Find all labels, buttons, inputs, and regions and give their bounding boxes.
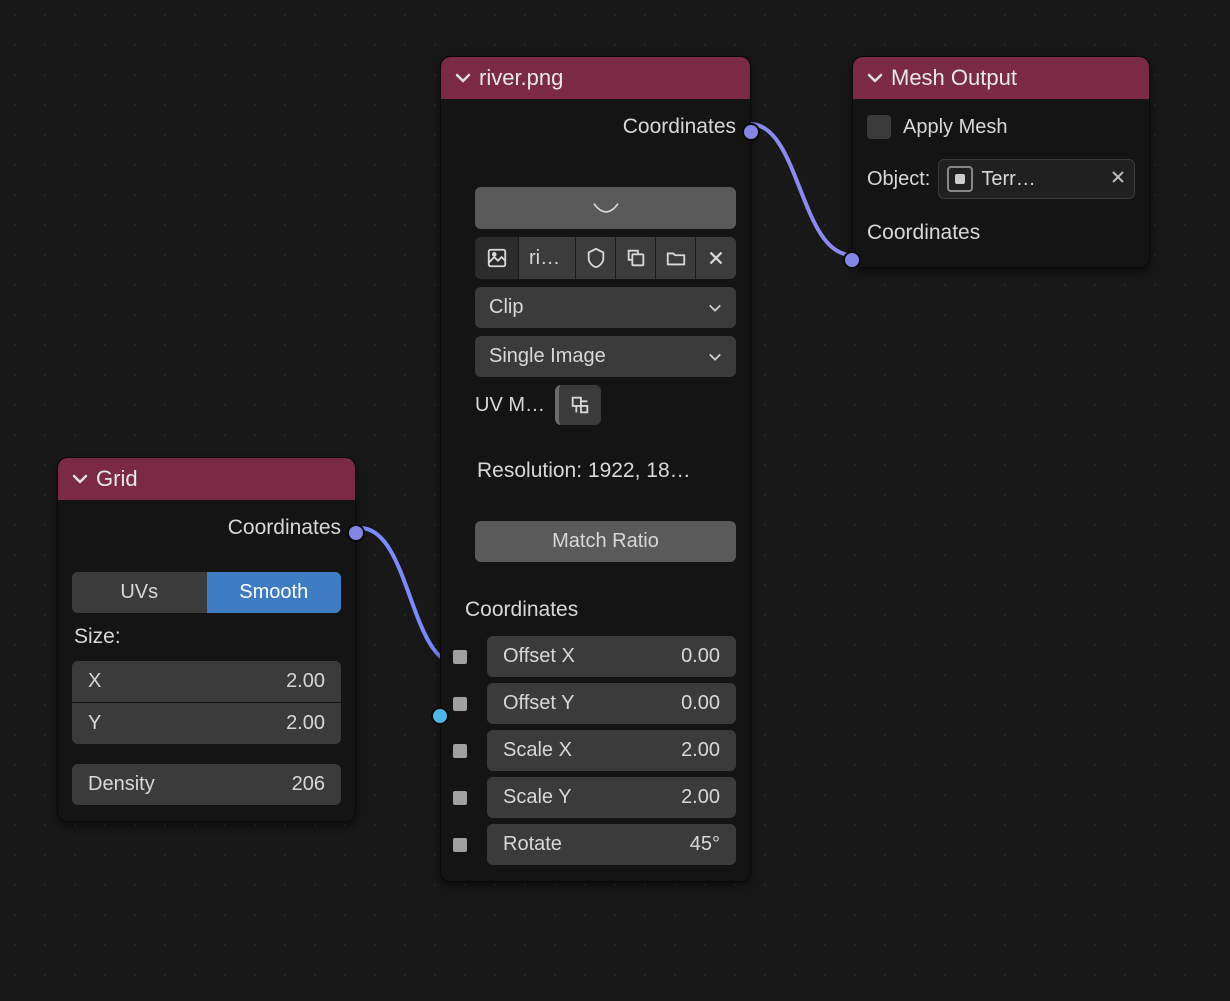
toggle-smooth[interactable]: Smooth (207, 572, 342, 613)
density-field[interactable]: Density 206 (72, 764, 341, 805)
scale-y-field[interactable]: Scale Y 2.00 (487, 777, 736, 818)
offset-y-field[interactable]: Offset Y 0.00 (487, 683, 736, 724)
socket-input-coordinates[interactable] (431, 707, 449, 725)
node-grid[interactable]: Grid Coordinates UVs Smooth Size: X 2.00… (57, 457, 356, 822)
clear-icon[interactable] (1110, 168, 1126, 191)
apply-mesh-checkbox[interactable]: Apply Mesh (867, 111, 1135, 143)
node-title: Grid (96, 466, 138, 492)
node-header[interactable]: Grid (58, 458, 355, 500)
object-field[interactable]: Terr… (938, 159, 1135, 199)
size-y-field[interactable]: Y 2.00 (72, 703, 341, 744)
close-icon[interactable] (696, 237, 736, 279)
socket-scale-y[interactable] (453, 791, 467, 805)
image-file-row: ri… (475, 237, 736, 279)
scale-x-field[interactable]: Scale X 2.00 (487, 730, 736, 771)
object-row: Object: Terr… (867, 157, 1135, 201)
node-image[interactable]: river.png Coordinates ri… (440, 56, 751, 882)
rotate-field[interactable]: Rotate 45° (487, 824, 736, 865)
extension-select[interactable]: Clip (475, 287, 736, 328)
input-coordinates[interactable]: Coordinates (867, 215, 1135, 251)
uvmap-label: UV M… (475, 394, 545, 417)
chevron-down-icon (708, 350, 722, 364)
source-select[interactable]: Single Image (475, 336, 736, 377)
size-x-field[interactable]: X 2.00 (72, 661, 341, 702)
checkbox-icon[interactable] (867, 115, 891, 139)
object-label: Object: (867, 168, 930, 191)
folder-icon[interactable] (656, 237, 696, 279)
node-title: river.png (479, 65, 563, 91)
socket-rotate[interactable] (453, 838, 467, 852)
shield-icon[interactable] (576, 237, 616, 279)
object-icon (947, 166, 973, 192)
socket-scale-x[interactable] (453, 744, 467, 758)
socket-output-coordinates[interactable] (347, 524, 365, 542)
match-ratio-button[interactable]: Match Ratio (475, 521, 736, 562)
chevron-down-icon (867, 70, 883, 86)
chevron-down-icon (708, 301, 722, 315)
resolution-label: Resolution: 1922, 18… (475, 455, 736, 487)
node-header[interactable]: river.png (441, 57, 750, 99)
output-coordinates[interactable]: Coordinates (72, 512, 341, 550)
node-header[interactable]: Mesh Output (853, 57, 1149, 99)
chevron-down-icon (455, 70, 471, 86)
socket-output-coordinates[interactable] (742, 123, 760, 141)
offset-x-field[interactable]: Offset X 0.00 (487, 636, 736, 677)
output-coordinates[interactable]: Coordinates (475, 111, 736, 149)
node-mesh-output[interactable]: Mesh Output Apply Mesh Object: Terr… Coo… (852, 56, 1150, 268)
uvs-smooth-toggle[interactable]: UVs Smooth (72, 572, 341, 613)
image-icon[interactable] (475, 237, 519, 279)
input-coordinates[interactable]: Coordinates (465, 592, 736, 628)
uvmap-field[interactable] (555, 385, 601, 425)
socket-offset-y[interactable] (453, 697, 467, 711)
chevron-down-icon (72, 471, 88, 487)
image-file-name[interactable]: ri… (519, 237, 576, 279)
socket-input-coordinates[interactable] (843, 251, 861, 269)
interpolation-button[interactable] (475, 187, 736, 229)
node-title: Mesh Output (891, 65, 1017, 91)
socket-offset-x[interactable] (453, 650, 467, 664)
duplicate-icon[interactable] (616, 237, 656, 279)
toggle-uvs[interactable]: UVs (72, 572, 207, 613)
uvmap-row: UV M… (475, 385, 736, 425)
size-label: Size: (72, 621, 341, 653)
